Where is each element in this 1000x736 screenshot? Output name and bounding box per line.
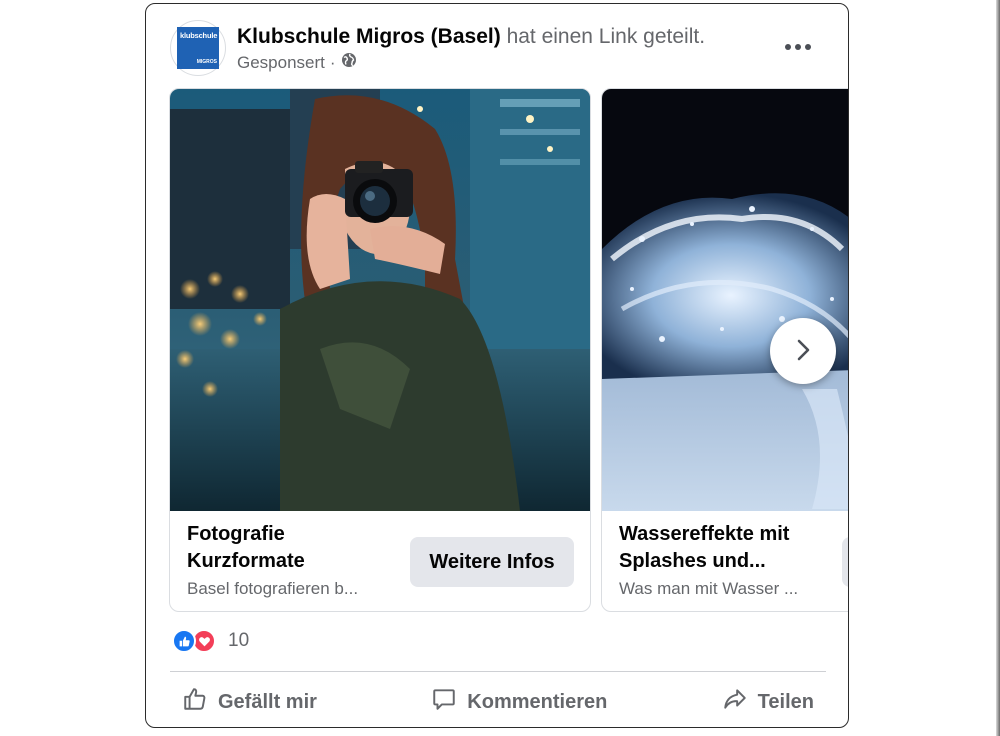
card-title[interactable]: Wassereffekte mit Splashes und... <box>619 521 848 575</box>
reactions-summary[interactable]: 10 <box>172 628 249 654</box>
more-options-dot <box>795 44 801 50</box>
like-button[interactable]: Gefällt mir <box>170 680 329 724</box>
comment-icon <box>431 686 457 718</box>
shared-link-text: hat einen Link geteilt. <box>506 25 706 48</box>
comment-button[interactable]: Kommentieren <box>419 680 619 724</box>
sponsored-post: klubschule MIGROS Klubschule Migros (Bas… <box>145 3 849 728</box>
more-options-dot <box>805 44 811 50</box>
logo-top-text: klubschule <box>180 31 218 40</box>
like-reaction-icon <box>172 629 196 653</box>
klubschule-logo: klubschule MIGROS <box>177 27 219 69</box>
like-label: Gefällt mir <box>218 690 317 713</box>
more-info-button[interactable] <box>842 537 848 587</box>
window-edge <box>996 0 1000 736</box>
post-header: Klubschule Migros (Basel) hat einen Link… <box>237 23 705 51</box>
reaction-count: 10 <box>228 630 250 651</box>
share-button[interactable]: Teilen <box>710 680 826 724</box>
sponsored-label[interactable]: Gesponsert <box>237 52 325 74</box>
comment-label: Kommentieren <box>467 690 608 713</box>
actions-divider <box>170 671 826 672</box>
page-name-link[interactable]: Klubschule Migros (Basel) <box>237 25 501 48</box>
meta-separator: · <box>329 53 336 72</box>
logo-bottom-text: MIGROS <box>196 59 217 65</box>
ad-carousel: Fotografie Kurzformate Basel fotografier… <box>146 88 848 614</box>
more-info-button[interactable]: Weitere Infos <box>410 537 574 587</box>
more-options-button[interactable] <box>774 27 822 67</box>
globe-icon[interactable] <box>341 52 357 74</box>
card-description: Basel fotografieren b... <box>187 579 359 598</box>
card-description: Was man mit Wasser ... <box>619 579 799 598</box>
post-meta: Gesponsert · <box>237 52 357 74</box>
carousel-next-button[interactable] <box>770 318 836 384</box>
page-avatar[interactable]: klubschule MIGROS <box>170 20 226 76</box>
card-title[interactable]: Fotografie Kurzformate <box>187 521 397 575</box>
post-actions: Gefällt mir Kommentieren Teilen <box>170 680 826 724</box>
share-label: Teilen <box>757 690 814 713</box>
thumbs-up-icon <box>182 686 208 718</box>
chevron-right-icon <box>793 338 813 365</box>
water-splash-photo[interactable] <box>602 89 848 511</box>
photographer-with-camera-photo[interactable] <box>170 89 590 511</box>
more-options-icon <box>785 44 791 50</box>
share-icon <box>722 686 748 718</box>
carousel-card[interactable]: Fotografie Kurzformate Basel fotografier… <box>169 88 591 612</box>
